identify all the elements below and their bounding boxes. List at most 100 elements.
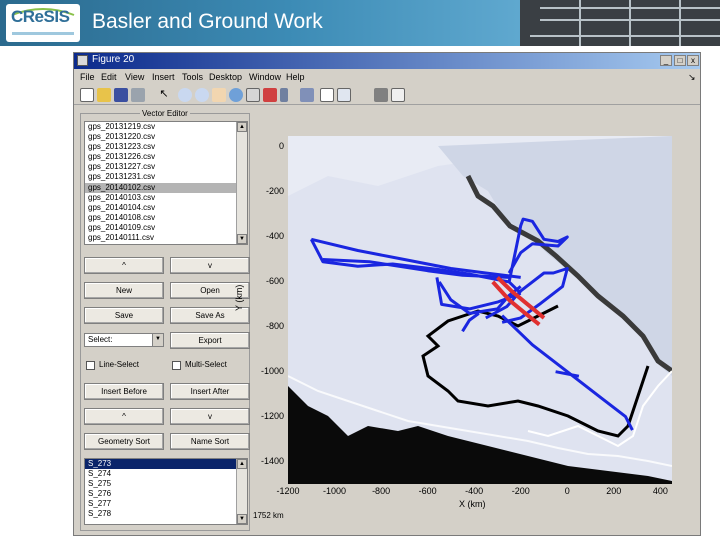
file-list-item[interactable]: gps_20140103.csv [85,193,247,203]
menu-desktop[interactable]: Desktop [209,72,242,82]
segment-list-item[interactable]: S_276 [85,489,247,499]
segment-scroll-down-arrow-icon[interactable]: ▼ [237,514,247,524]
menu-window[interactable]: Window [249,72,281,82]
x-tick-label: -400 [465,486,484,496]
scroll-up-arrow-icon[interactable]: ▲ [237,122,247,132]
print-icon[interactable] [131,88,145,102]
segment-list-item[interactable]: S_275 [85,479,247,489]
y-tick-label: -1400 [260,455,284,466]
segment-list-item[interactable]: S_274 [85,469,247,479]
menu-insert[interactable]: Insert [152,72,175,82]
brush-dropdown-icon[interactable] [280,88,288,102]
y-tick-label: -400 [265,231,284,242]
segment-scroll-up-arrow-icon[interactable]: ▲ [237,459,247,469]
logo-text: CReSIS [11,7,70,26]
file-list: gps_20131219.csv gps_20131220.csv gps_2013… [85,122,247,243]
y-tick-label: -800 [265,320,284,331]
brush-icon[interactable] [263,88,277,102]
save-button[interactable]: Save [84,307,164,324]
segment-list-scrollbar[interactable]: ▲ ▼ [236,459,247,524]
link-plot-icon[interactable] [300,88,314,102]
x-tick-label: -1000 [323,486,347,496]
file-list-item[interactable]: gps_20131219.csv [85,122,247,132]
line-select-checkbox[interactable]: Line-Select [86,360,166,371]
rotate-3d-icon[interactable] [229,88,243,102]
zoom-out-icon[interactable] [195,88,209,102]
y-axis-label: Y (km) [234,284,244,311]
select-dropdown-value: Select: [88,335,113,344]
x-tick-label: -600 [418,486,437,496]
file-list-item[interactable]: gps_20140108.csv [85,213,247,223]
insert-after-button[interactable]: Insert After [170,383,250,400]
zoom-in-icon[interactable] [178,88,192,102]
open-folder-icon[interactable] [97,88,111,102]
close-button[interactable]: x [687,55,699,66]
line-select-label: Line-Select [99,360,140,369]
menu-help[interactable]: Help [286,72,305,82]
export-button[interactable]: Export [170,332,250,349]
legend-icon[interactable] [337,88,351,102]
pan-hand-icon[interactable] [212,88,226,102]
window-titlebar[interactable]: Figure 20 _ □ x [74,53,700,69]
menu-edit[interactable]: Edit [101,72,117,82]
segment-list-item[interactable]: S_277 [85,499,247,509]
y-tick-label: -200 [265,186,284,197]
dropdown-arrow-icon[interactable]: ▼ [152,334,163,346]
data-cursor-icon[interactable] [246,88,260,102]
file-list-item[interactable]: gps_20131220.csv [85,132,247,142]
slide: CReSIS Basler and Ground Work Figure 20 … [0,0,720,540]
y-tick-label: -1200 [260,410,284,421]
logo-tagline-bar [12,32,74,35]
x-tick-label: 400 [652,486,668,496]
hide-plot-tools-icon[interactable] [374,88,388,102]
edit-plot-arrow-icon[interactable]: ↖ [157,88,171,102]
segment-down-button[interactable]: v [170,408,250,425]
slide-title: Basler and Ground Work [92,10,323,33]
file-list-item[interactable]: gps_20131231.csv [85,172,247,182]
line-select-box[interactable] [86,361,95,370]
select-dropdown[interactable]: Select: ▼ [84,333,164,347]
move-up-button[interactable]: ^ [84,257,164,274]
menu-view[interactable]: View [125,72,144,82]
geometry-sort-button[interactable]: Geometry Sort [84,433,164,450]
colorbar-icon[interactable] [320,88,334,102]
file-list-item[interactable]: gps_20140109.csv [85,223,247,233]
minimize-button[interactable]: _ [660,55,672,66]
file-list-item[interactable]: gps_20140111.csv [85,233,247,243]
segment-listbox[interactable]: S_273 S_274 S_275 S_276 S_277 S_278 ▲ ▼ [84,458,248,525]
x-tick-label: -200 [511,486,530,496]
y-tick-label: 0 [278,141,284,152]
x-axis-label: X (km) [459,499,486,509]
map-plot[interactable] [288,136,672,484]
cresis-logo: CReSIS [6,4,80,42]
menu-tools[interactable]: Tools [182,72,203,82]
header-decoration [520,0,720,46]
name-sort-button[interactable]: Name Sort [170,433,250,450]
file-list-scrollbar[interactable]: ▲ ▼ [236,122,247,244]
figure-icon [77,55,88,66]
segment-list-item[interactable]: S_278 [85,509,247,519]
maximize-button[interactable]: □ [674,55,686,66]
figure-toolbar: ↖ [74,85,700,105]
menu-file[interactable]: File [80,72,95,82]
file-listbox[interactable]: gps_20131219.csv gps_20131220.csv gps_2013… [84,121,248,245]
multi-select-label: Multi-Select [185,360,227,369]
new-figure-icon[interactable] [80,88,94,102]
multi-select-box[interactable] [172,361,181,370]
move-down-button[interactable]: v [170,257,250,274]
show-plot-tools-icon[interactable] [391,88,405,102]
new-button[interactable]: New [84,282,164,299]
file-list-item[interactable]: gps_20140104.csv [85,203,247,213]
dock-arrow-icon[interactable]: ↘ [688,72,696,83]
multi-select-checkbox[interactable]: Multi-Select [172,360,252,371]
insert-before-button[interactable]: Insert Before [84,383,164,400]
file-list-item[interactable]: gps_20140102.csv [85,182,247,193]
vector-editor-panel: Vector Editor gps_20131219.csv gps_201312… [78,109,256,533]
file-list-item[interactable]: gps_20131223.csv [85,142,247,152]
segment-list-item[interactable]: S_273 [85,459,247,470]
save-icon[interactable] [114,88,128,102]
scroll-down-arrow-icon[interactable]: ▼ [237,234,247,244]
file-list-item[interactable]: gps_20131227.csv [85,162,247,172]
segment-up-button[interactable]: ^ [84,408,164,425]
file-list-item[interactable]: gps_20131226.csv [85,152,247,162]
